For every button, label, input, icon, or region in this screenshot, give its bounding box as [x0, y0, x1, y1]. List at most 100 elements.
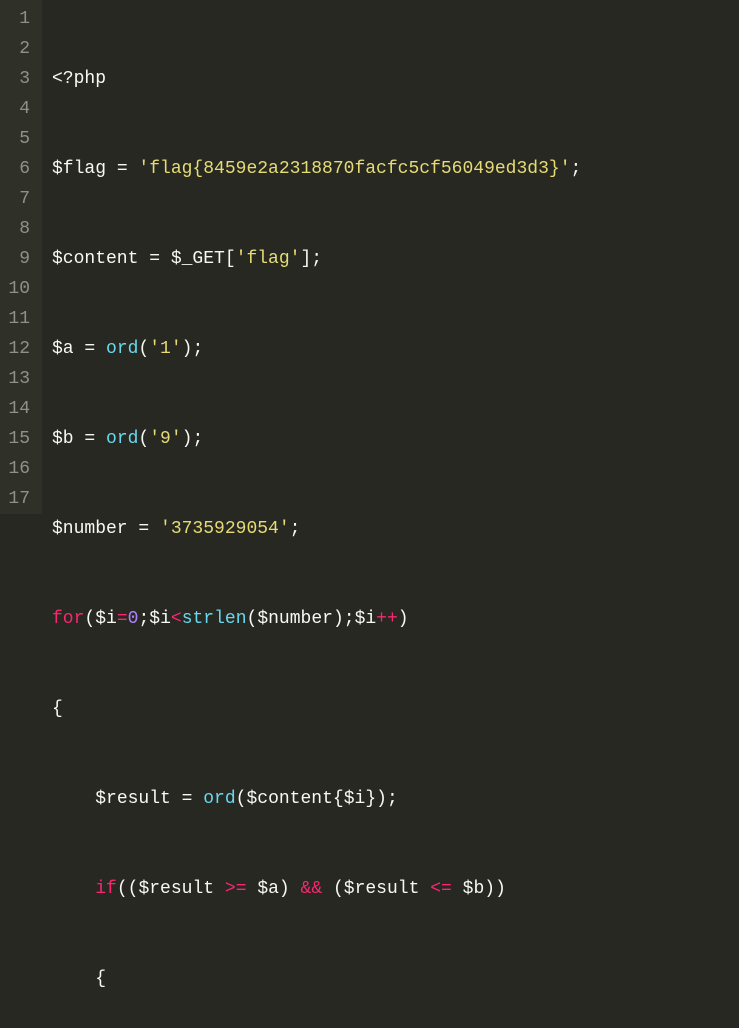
token: if [95, 879, 117, 899]
line-number: 4 [8, 94, 30, 124]
token: $_GET [171, 249, 225, 269]
token: $i [355, 609, 377, 629]
token: ) [182, 429, 193, 449]
code-line: { [52, 964, 739, 994]
token: '1' [149, 339, 181, 359]
line-number: 3 [8, 64, 30, 94]
line-number: 1 [8, 4, 30, 34]
token: ) [495, 879, 506, 899]
token: = [128, 519, 160, 539]
token: $i [344, 789, 366, 809]
code-area[interactable]: <?php $flag = 'flag{8459e2a2318870facfc5… [42, 0, 739, 514]
token: for [52, 609, 84, 629]
token: { [95, 969, 106, 989]
token: ) [333, 609, 344, 629]
token: ( [247, 609, 258, 629]
token: = [138, 249, 170, 269]
token: && [301, 879, 323, 899]
token: $number [52, 519, 128, 539]
line-number: 15 [8, 424, 30, 454]
token: $content [246, 789, 332, 809]
token: = [106, 159, 138, 179]
code-line: <?php [52, 64, 739, 94]
php-open-tag: <?php [52, 69, 106, 89]
line-gutter: 1 2 3 4 5 6 7 8 9 10 11 12 13 14 15 16 1… [0, 0, 42, 514]
token: ( [117, 879, 128, 899]
code-line: $a = ord('1'); [52, 334, 739, 364]
code-editor: 1 2 3 4 5 6 7 8 9 10 11 12 13 14 15 16 1… [0, 0, 739, 514]
code-line: { [52, 694, 739, 724]
code-line: $flag = 'flag{8459e2a2318870facfc5cf5604… [52, 154, 739, 184]
code-line: $content = $_GET['flag']; [52, 244, 739, 274]
token: ( [333, 879, 344, 899]
token: $i [95, 609, 117, 629]
token: 0 [128, 609, 139, 629]
code-line: if(($result >= $a) && ($result <= $b)) [52, 874, 739, 904]
token: ; [192, 339, 203, 359]
token: ( [84, 609, 95, 629]
token: ; [387, 789, 398, 809]
token [452, 879, 463, 899]
line-number: 12 [8, 334, 30, 364]
token: { [52, 699, 63, 719]
token: ord [106, 339, 138, 359]
token: $result [344, 879, 420, 899]
token: = [74, 339, 106, 359]
line-number: 2 [8, 34, 30, 64]
token: <= [430, 879, 452, 899]
line-number: 17 [8, 484, 30, 514]
code-line: $number = '3735929054'; [52, 514, 739, 544]
line-number: 14 [8, 394, 30, 424]
token: [ [225, 249, 236, 269]
token: $flag [52, 159, 106, 179]
token: ) [376, 789, 387, 809]
token: ; [311, 249, 322, 269]
token: ) [279, 879, 290, 899]
line-number: 7 [8, 184, 30, 214]
token: '9' [149, 429, 181, 449]
token: ( [138, 429, 149, 449]
token: < [171, 609, 182, 629]
token: >= [225, 879, 247, 899]
token: $content [52, 249, 138, 269]
token: strlen [182, 609, 247, 629]
token: $result [138, 879, 214, 899]
token [290, 879, 301, 899]
code-line: $b = ord('9'); [52, 424, 739, 454]
token: ( [236, 789, 247, 809]
token: $a [52, 339, 74, 359]
token [247, 879, 258, 899]
line-number: 16 [8, 454, 30, 484]
token: 'flag{8459e2a2318870facfc5cf56049ed3d3}' [138, 159, 570, 179]
token: $b [52, 429, 74, 449]
token: $a [257, 879, 279, 899]
line-number: 10 [8, 274, 30, 304]
token: $number [257, 609, 333, 629]
token: = [117, 609, 128, 629]
token: = [74, 429, 106, 449]
token: } [365, 789, 376, 809]
line-number: 11 [8, 304, 30, 334]
token: $b [463, 879, 485, 899]
token: ] [300, 249, 311, 269]
line-number: 6 [8, 154, 30, 184]
token: ; [192, 429, 203, 449]
code-line: $result = ord($content{$i}); [52, 784, 739, 814]
token [419, 879, 430, 899]
token: = [171, 789, 203, 809]
token: ) [398, 609, 409, 629]
line-number: 9 [8, 244, 30, 274]
line-number: 13 [8, 364, 30, 394]
token: $i [149, 609, 171, 629]
token: ; [138, 609, 149, 629]
token [214, 879, 225, 899]
token: ) [182, 339, 193, 359]
token: { [333, 789, 344, 809]
token: $result [95, 789, 171, 809]
code-line: for($i=0;$i<strlen($number);$i++) [52, 604, 739, 634]
token: ; [344, 609, 355, 629]
token: ) [484, 879, 495, 899]
token: ( [128, 879, 139, 899]
token: ord [106, 429, 138, 449]
token: ; [571, 159, 582, 179]
